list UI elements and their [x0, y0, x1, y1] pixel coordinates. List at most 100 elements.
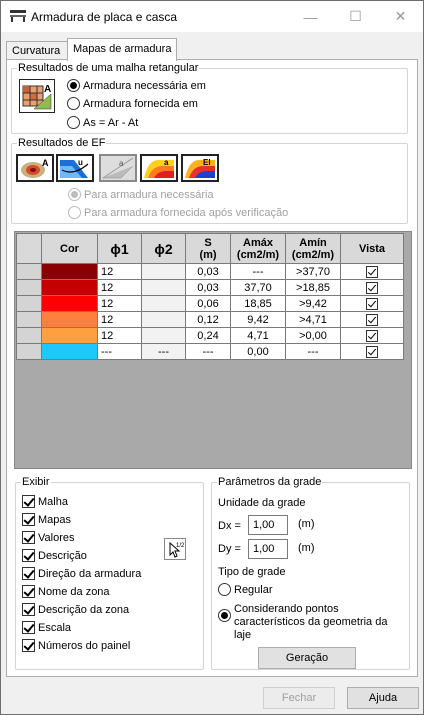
s-cell[interactable]: 0,03	[185, 279, 231, 296]
phi1-cell[interactable]: ---	[97, 343, 142, 360]
phi1-cell[interactable]: 12	[97, 263, 142, 280]
dy-input[interactable]	[248, 539, 288, 559]
table-row[interactable]: --- --- --- 0,00 ---	[16, 343, 404, 360]
s-cell[interactable]: 0,06	[185, 295, 231, 312]
vista-checkbox[interactable]	[366, 281, 378, 294]
radio-regular[interactable]: Regular	[218, 583, 273, 596]
svg-text:a: a	[164, 158, 169, 167]
checkbox-label: Descrição	[38, 549, 87, 562]
row-header[interactable]	[16, 279, 42, 296]
maximize-button[interactable]: ☐	[333, 1, 378, 32]
fe-reinforcement-button[interactable]: a	[140, 154, 178, 182]
tab-mapas-de-armadura[interactable]: Mapas de armadura	[67, 38, 177, 61]
vista-cell[interactable]	[340, 279, 404, 296]
fe-stiffness-button[interactable]: EI	[181, 154, 219, 182]
radio-armadura-necessaria[interactable]: Armadura necessária em	[67, 79, 206, 92]
color-cell[interactable]	[41, 343, 98, 360]
table-row[interactable]: 12 0,03 37,70 >18,85	[16, 279, 404, 296]
minimize-icon: —	[303, 8, 318, 25]
vista-cell[interactable]	[340, 311, 404, 328]
row-header[interactable]	[16, 295, 42, 312]
col-phi1[interactable]: ϕ1	[97, 233, 142, 264]
s-cell[interactable]: ---	[185, 343, 231, 360]
vista-checkbox[interactable]	[366, 265, 378, 278]
radio-para-armadura-necessaria[interactable]: Para armadura necessária	[68, 188, 214, 201]
exibir-option[interactable]: Números do painel	[22, 639, 130, 652]
color-cell[interactable]	[41, 263, 98, 280]
fe-reinforcement-icon: a	[144, 158, 174, 178]
dx-input[interactable]	[248, 515, 288, 535]
col-amax[interactable]: Amáx (cm2/m)	[230, 233, 286, 264]
radio-pontos-caracteristicos[interactable]: Considerando pontos característicos da g…	[218, 603, 398, 642]
exibir-option[interactable]: Nome da zona	[22, 585, 110, 598]
row-header[interactable]	[16, 263, 42, 280]
radio-as-ar-at[interactable]: As = Ar - At	[67, 116, 138, 129]
fechar-button[interactable]: Fechar	[263, 687, 335, 709]
exibir-option[interactable]: Mapas	[22, 513, 71, 526]
radio-armadura-fornecida[interactable]: Armadura fornecida em	[67, 97, 198, 110]
table-row[interactable]: 12 0,06 18,85 >9,42	[16, 295, 404, 312]
minimize-button[interactable]: —	[288, 1, 333, 32]
vista-checkbox[interactable]	[366, 313, 378, 326]
radio-indicator	[68, 188, 81, 201]
vista-checkbox[interactable]	[366, 345, 378, 358]
vista-cell[interactable]	[340, 263, 404, 280]
s-cell[interactable]: 0,03	[185, 263, 231, 280]
phi1-cell[interactable]: 12	[97, 295, 142, 312]
fe-area-button[interactable]: A	[16, 154, 54, 182]
vista-checkbox[interactable]	[366, 329, 378, 342]
table-row[interactable]: 12 0,12 9,42 >4,71	[16, 311, 404, 328]
exibir-option[interactable]: Descrição da zona	[22, 603, 129, 616]
table-row[interactable]: 12 0,24 4,71 >0,00	[16, 327, 404, 344]
vista-cell[interactable]	[340, 327, 404, 344]
phi2-cell[interactable]	[141, 311, 186, 328]
radio-indicator	[68, 206, 81, 219]
phi1-cell[interactable]: 12	[97, 279, 142, 296]
phi1-cell[interactable]: 12	[97, 327, 142, 344]
checkbox-label: Malha	[38, 495, 68, 508]
exibir-option[interactable]: Malha	[22, 495, 68, 508]
geracao-button[interactable]: Geração	[258, 647, 356, 669]
exibir-option[interactable]: Escala	[22, 621, 71, 634]
row-header[interactable]	[16, 343, 42, 360]
phi2-cell[interactable]	[141, 279, 186, 296]
fe-results-group: Resultados de EF A u a a EI Para armadur…	[11, 137, 408, 224]
s-cell[interactable]: 0,12	[185, 311, 231, 328]
exibir-option[interactable]: Direção da armadura	[22, 567, 141, 580]
vista-checkbox[interactable]	[366, 297, 378, 310]
mesh-results-button[interactable]: A	[19, 79, 55, 113]
s-cell[interactable]: 0,24	[185, 327, 231, 344]
phi1-cell[interactable]: 12	[97, 311, 142, 328]
fe-bending-button[interactable]: u	[56, 154, 94, 182]
fe-shear-button[interactable]: a	[99, 154, 137, 182]
vista-cell[interactable]	[340, 343, 404, 360]
color-cell[interactable]	[41, 279, 98, 296]
col-s[interactable]: S (m)	[185, 233, 231, 264]
exibir-option[interactable]: Descrição	[22, 549, 87, 562]
display-settings-button[interactable]: 1/2	[164, 538, 186, 560]
color-cell[interactable]	[41, 311, 98, 328]
col-phi2[interactable]: ϕ2	[141, 233, 186, 264]
radio-label: Para armadura fornecida após verificação	[84, 206, 289, 219]
checkbox-indicator	[22, 621, 35, 634]
phi2-cell[interactable]	[141, 263, 186, 280]
row-header[interactable]	[16, 327, 42, 344]
close-window-button[interactable]: ✕	[378, 1, 423, 32]
phi2-cell[interactable]	[141, 327, 186, 344]
col-cor[interactable]: Cor	[41, 233, 98, 264]
phi2-cell[interactable]: ---	[141, 343, 186, 360]
color-cell[interactable]	[41, 295, 98, 312]
row-header[interactable]	[16, 311, 42, 328]
radio-para-armadura-fornecida[interactable]: Para armadura fornecida após verificação	[68, 206, 288, 219]
ajuda-button[interactable]: Ajuda	[347, 687, 419, 709]
col-vista[interactable]: Vista	[340, 233, 404, 264]
vista-cell[interactable]	[340, 295, 404, 312]
col-amin[interactable]: Amín (cm2/m)	[285, 233, 341, 264]
exibir-group: Exibir Malha Mapas Valores Descrição Direção…	[15, 476, 204, 670]
row-header-corner	[16, 233, 42, 264]
table-row[interactable]: 12 0,03 --- >37,70	[16, 263, 404, 280]
color-cell[interactable]	[41, 327, 98, 344]
tab-curvatura[interactable]: Curvatura	[6, 41, 68, 60]
phi2-cell[interactable]	[141, 295, 186, 312]
exibir-option[interactable]: Valores	[22, 531, 74, 544]
